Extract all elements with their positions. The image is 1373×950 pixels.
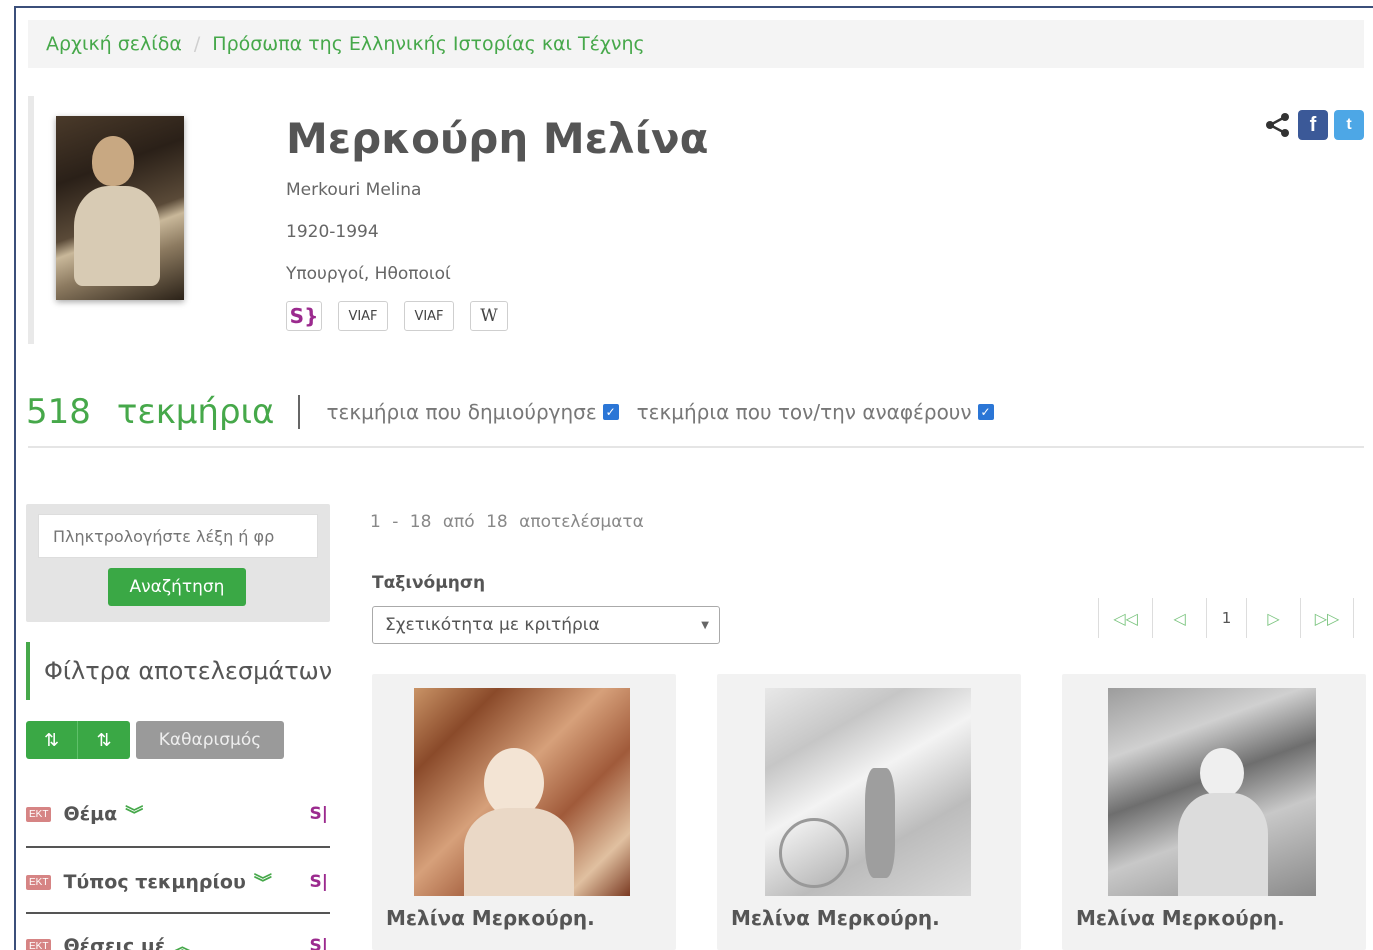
thumbnail-stamp (779, 818, 849, 888)
viaf-link-2[interactable]: VIAF (404, 301, 454, 331)
record-count-number: 518 (26, 392, 91, 432)
person-name: Μερκούρη Μελίνα (286, 114, 709, 163)
facet-locations[interactable]: ΕΚΤ Θέσεις μέ ︽ S| (26, 922, 330, 950)
search-input[interactable] (38, 514, 318, 558)
share-bar: f t (1264, 110, 1364, 140)
thumbnail-figure (1200, 748, 1244, 798)
breadcrumb: Αρχική σελίδα / Πρόσωπα της Ελληνικής Ισ… (28, 20, 1364, 68)
facet-source-icon: S| (309, 804, 328, 824)
result-thumbnail[interactable] (1108, 688, 1316, 896)
record-count-row: 518 τεκμήρια τεκμήρια που δημιούργησε ✓ … (26, 392, 1012, 432)
breadcrumb-separator: / (193, 33, 201, 55)
first-page-icon[interactable]: ◁◁ (1098, 598, 1152, 638)
person-latin-name: Merkouri Melina (286, 180, 422, 200)
result-title[interactable]: Μελίνα Μερκούρη. (1076, 906, 1285, 930)
caret-down-icon: ▼ (701, 619, 709, 631)
sort-numeric-icon[interactable]: ⇅ (26, 721, 78, 759)
search-culture-link[interactable]: S} (286, 301, 322, 331)
ekt-badge-icon: ΕΚΤ (26, 874, 52, 890)
search-button[interactable]: Αναζήτηση (108, 568, 246, 606)
breadcrumb-current-link[interactable]: Πρόσωπα της Ελληνικής Ιστορίας και Τέχνη… (212, 33, 644, 55)
breadcrumb-home-link[interactable]: Αρχική σελίδα (46, 33, 182, 55)
results-count: 1 - 18 από 18 αποτελέσματα (370, 512, 644, 532)
created-records-checkbox[interactable]: ✓ (602, 404, 619, 420)
results-dash: - (392, 512, 399, 532)
sort-alpha-icon[interactable]: ⇅ (78, 721, 130, 759)
result-title[interactable]: Μελίνα Μερκούρη. (731, 906, 940, 930)
person-roles: Υπουργοί, Ηθοποιοί (286, 264, 451, 284)
chevron-up-icon[interactable]: ︽ (173, 933, 191, 950)
clear-filters-button[interactable]: Καθαρισμός (136, 721, 284, 759)
results-total: 18 (486, 512, 508, 532)
profile-accent-bar (28, 96, 34, 344)
result-card[interactable]: Μελίνα Μερκούρη. (717, 674, 1021, 950)
person-years: 1920-1994 (286, 222, 379, 242)
results-word: αποτελέσματα (519, 512, 644, 532)
result-card[interactable]: Μελίνα Μερκούρη. (1062, 674, 1366, 950)
wikipedia-link[interactable]: W (470, 301, 508, 331)
results-to: 18 (409, 512, 432, 532)
result-thumbnail[interactable] (765, 688, 971, 896)
results-from: 1 (370, 512, 381, 532)
identifier-links: S} VIAF VIAF W (286, 301, 508, 331)
viaf-link-1[interactable]: VIAF (338, 301, 388, 331)
ekt-badge-icon: ΕΚΤ (26, 806, 52, 822)
sort-label: Ταξινόμηση (372, 573, 486, 593)
results-of: από (442, 512, 475, 532)
pagination: ◁◁ ◁ 1 ▷ ▷▷ (1098, 598, 1354, 638)
section-divider (28, 446, 1364, 448)
sort-select-value: Σχετικότητα με κριτήρια (385, 615, 600, 635)
facet-sort-controls: ⇅ ⇅ Καθαρισμός (26, 721, 284, 759)
current-page[interactable]: 1 (1206, 598, 1246, 638)
facet-record-type[interactable]: ΕΚΤ Τύπος τεκμηρίου ︾ S| (26, 858, 330, 906)
thumbnail-figure (865, 768, 895, 878)
chevron-down-icon[interactable]: ︾ (125, 801, 143, 827)
facebook-icon[interactable]: f (1298, 110, 1328, 140)
facet-divider (26, 912, 330, 914)
next-page-icon[interactable]: ▷ (1246, 598, 1300, 638)
result-card[interactable]: Μελίνα Μερκούρη. (372, 674, 676, 950)
facet-label: Θέμα (63, 803, 118, 825)
result-thumbnail[interactable] (414, 688, 630, 896)
share-icon[interactable] (1264, 111, 1292, 139)
count-divider (298, 395, 301, 429)
mentioned-records-filter[interactable]: τεκμήρια που τον/την αναφέρουν ✓ (637, 400, 994, 424)
facet-label: Τύπος τεκμηρίου (63, 871, 246, 893)
facet-source-icon: S| (309, 936, 328, 950)
facet-label: Θέσεις μέ (63, 935, 166, 950)
created-records-label: τεκμήρια που δημιούργησε (326, 400, 597, 424)
facet-subject[interactable]: ΕΚΤ Θέμα ︾ S| (26, 790, 330, 838)
prev-page-icon[interactable]: ◁ (1152, 598, 1206, 638)
filters-title: Φίλτρα αποτελεσμάτων (26, 642, 336, 700)
twitter-icon[interactable]: t (1334, 110, 1364, 140)
thumbnail-figure (1178, 793, 1268, 896)
chevron-down-icon[interactable]: ︾ (254, 869, 272, 895)
ekt-badge-icon: ΕΚΤ (26, 938, 52, 950)
sort-select[interactable]: Σχετικότητα με κριτήρια ▼ (372, 606, 720, 644)
search-panel: Αναζήτηση (26, 504, 330, 622)
person-portrait (56, 116, 184, 300)
record-count-label: τεκμήρια (116, 392, 275, 432)
facet-divider (26, 846, 330, 848)
created-records-filter[interactable]: τεκμήρια που δημιούργησε ✓ (326, 400, 619, 424)
thumbnail-figure (464, 808, 574, 896)
facet-source-icon: S| (309, 872, 328, 892)
result-title[interactable]: Μελίνα Μερκούρη. (386, 906, 595, 930)
mentioned-records-checkbox[interactable]: ✓ (977, 404, 994, 420)
mentioned-records-label: τεκμήρια που τον/την αναφέρουν (636, 400, 972, 424)
last-page-icon[interactable]: ▷▷ (1300, 598, 1354, 638)
